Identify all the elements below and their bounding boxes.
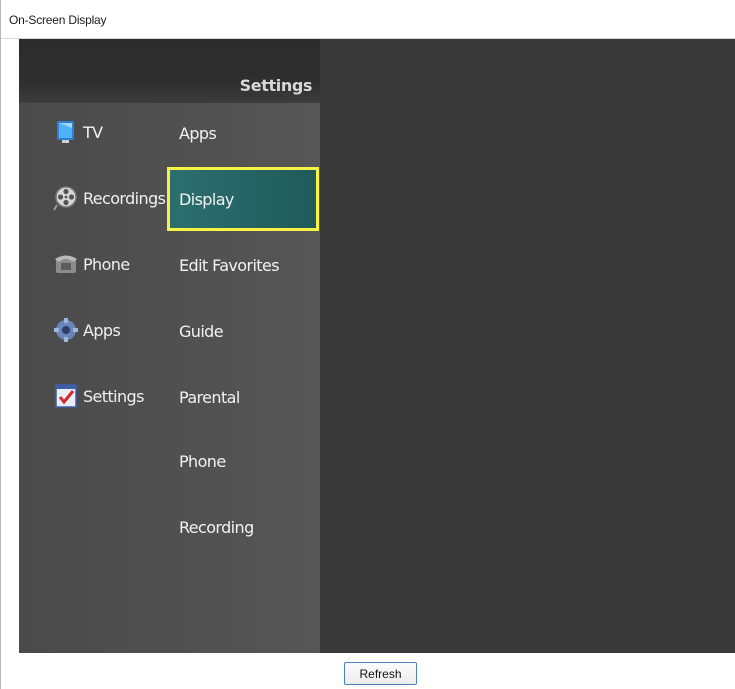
footer-bar: Refresh — [1, 653, 735, 689]
osd-menu-panel: Settings TV Recordings Phone Apps Settin… — [19, 39, 320, 653]
on-screen-display-window: On-Screen Display Settings TV Recordings… — [0, 0, 735, 689]
checklist-icon — [53, 383, 79, 409]
settings-item-label: Apps — [179, 123, 217, 143]
main-menu-item-recordings[interactable]: Recordings — [53, 182, 166, 214]
main-menu-item-phone[interactable]: Phone — [53, 248, 130, 280]
settings-item-display[interactable]: Display — [167, 167, 319, 231]
settings-item-guide[interactable]: Guide — [167, 299, 319, 363]
main-menu-item-label: Settings — [83, 386, 144, 406]
settings-item-label: Parental — [179, 387, 240, 407]
settings-item-edit-favorites[interactable]: Edit Favorites — [167, 233, 319, 297]
film-reel-icon — [53, 185, 79, 211]
refresh-button[interactable]: Refresh — [344, 662, 417, 685]
main-menu-item-label: Recordings — [83, 188, 166, 208]
settings-item-recording[interactable]: Recording — [167, 495, 319, 559]
main-menu-item-label: TV — [83, 122, 103, 142]
main-menu-item-label: Apps — [83, 320, 121, 340]
main-menu-item-label: Phone — [83, 254, 130, 274]
settings-item-label: Recording — [179, 517, 254, 537]
title-bar: On-Screen Display — [1, 0, 735, 39]
phone-icon — [53, 251, 79, 277]
settings-item-phone[interactable]: Phone — [167, 429, 319, 493]
osd-content-area — [320, 39, 735, 653]
settings-item-label: Edit Favorites — [179, 255, 280, 275]
tv-icon — [53, 119, 79, 145]
window-title: On-Screen Display — [9, 13, 107, 27]
settings-item-label: Guide — [179, 321, 224, 341]
settings-item-parental[interactable]: Parental — [167, 365, 319, 429]
osd-screen: Settings TV Recordings Phone Apps Settin… — [19, 39, 735, 653]
gear-icon — [53, 317, 79, 343]
main-menu-item-apps[interactable]: Apps — [53, 314, 121, 346]
settings-item-label: Display — [179, 189, 234, 209]
main-menu-item-settings[interactable]: Settings — [53, 380, 144, 412]
settings-item-label: Phone — [179, 451, 226, 471]
settings-item-apps[interactable]: Apps — [167, 101, 319, 165]
main-menu-item-tv[interactable]: TV — [53, 116, 103, 148]
menu-header: Settings — [19, 39, 320, 103]
menu-header-title: Settings — [239, 76, 313, 95]
